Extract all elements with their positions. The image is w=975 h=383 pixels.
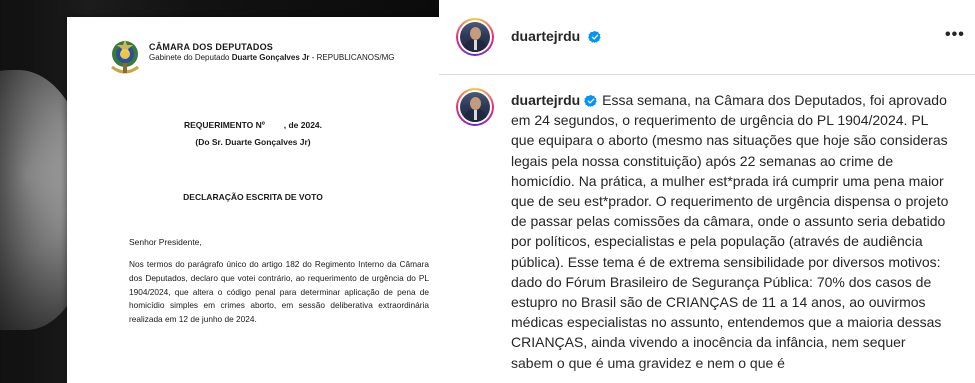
document-author: (Do Sr. Duarte Gonçalves Jr) xyxy=(195,137,311,147)
document-salutation: Senhor Presidente, xyxy=(129,237,202,247)
document-office: Gabinete do Deputado Duarte Gonçalves Jr… xyxy=(149,53,395,62)
header-username[interactable]: duartejrdu xyxy=(511,28,602,44)
post-caption: duartejrdu Essa semana, na Câmara dos De… xyxy=(511,90,951,373)
caption-username[interactable]: duartejrdu xyxy=(511,92,580,108)
more-horizontal-icon[interactable]: ••• xyxy=(945,26,965,44)
document-requirement: REQUERIMENTO Nº , de 2024. xyxy=(183,120,323,130)
document-page: CÂMARA DOS DEPUTADOS Gabinete do Deputad… xyxy=(67,17,439,383)
document-org: CÂMARA DOS DEPUTADOS xyxy=(149,42,274,52)
caption-text: Essa semana, na Câmara dos Deputados, fo… xyxy=(511,92,949,371)
scroll-fade xyxy=(439,365,975,383)
portrait-shade xyxy=(0,0,60,383)
document-body: Nos termos do parágrafo único do artigo … xyxy=(129,259,429,325)
caption-avatar[interactable] xyxy=(456,88,494,126)
coat-of-arms-icon xyxy=(111,39,139,74)
verified-badge-icon xyxy=(584,94,597,108)
post-header: duartejrdu ••• xyxy=(439,0,975,75)
avatar[interactable] xyxy=(456,18,494,56)
post-panel: duartejrdu ••• duartejrdu Essa semana, n… xyxy=(439,0,975,383)
verified-badge-icon xyxy=(588,30,601,44)
post-image[interactable]: CÂMARA DOS DEPUTADOS Gabinete do Deputad… xyxy=(0,0,439,383)
document-declaration-title: DECLARAÇÃO ESCRITA DE VOTO xyxy=(183,192,323,202)
